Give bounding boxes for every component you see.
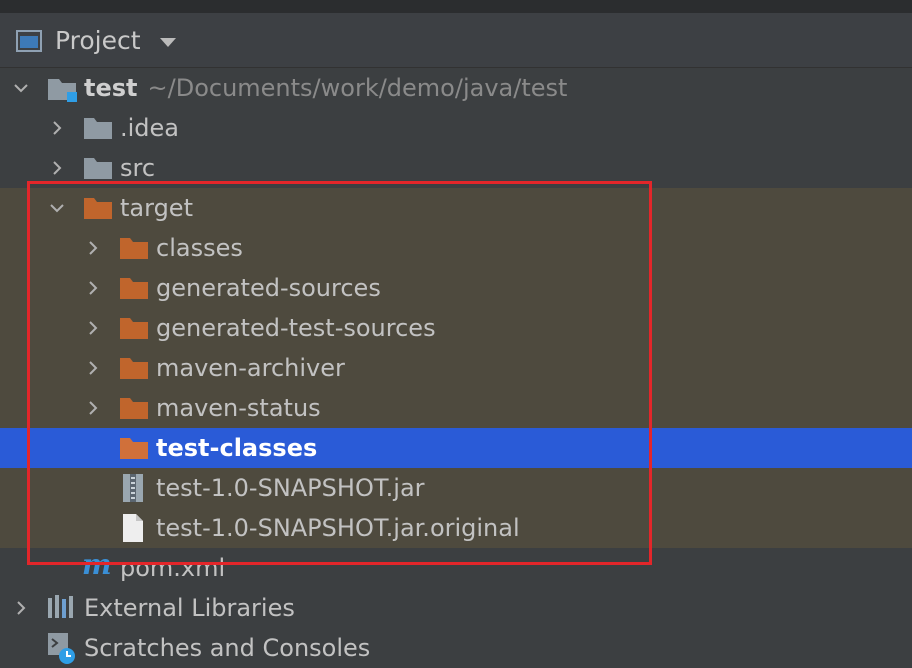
tree-item-label: test-1.0-SNAPSHOT.jar <box>156 474 425 502</box>
caret-down-icon[interactable] <box>158 36 178 48</box>
chevron-right-icon[interactable] <box>84 359 102 377</box>
module-folder-icon <box>48 79 77 102</box>
tree-item-classes[interactable]: classes <box>0 228 912 268</box>
scratches-icon <box>48 633 75 664</box>
tree-item-root[interactable]: test ~/Documents/work/demo/java/test <box>0 68 912 108</box>
chevron-right-icon[interactable] <box>84 319 102 337</box>
tree-item-jar-original[interactable]: test-1.0-SNAPSHOT.jar.original <box>0 508 912 548</box>
tree-item-pom[interactable]: m pom.xml <box>0 548 912 588</box>
maven-icon: m <box>82 548 112 581</box>
tree-item-label: generated-sources <box>156 274 381 302</box>
folder-icon <box>84 118 112 139</box>
tree-item-jar[interactable]: test-1.0-SNAPSHOT.jar <box>0 468 912 508</box>
tree-item-maven-status[interactable]: maven-status <box>0 388 912 428</box>
tree-item-maven-archiver[interactable]: maven-archiver <box>0 348 912 388</box>
tree-item-label: test-1.0-SNAPSHOT.jar.original <box>156 514 520 542</box>
tree-item-label: External Libraries <box>84 594 295 622</box>
excluded-folder-icon <box>120 398 148 419</box>
chevron-down-icon[interactable] <box>48 199 66 217</box>
tree-item-label: Scratches and Consoles <box>84 634 371 662</box>
chevron-right-icon[interactable] <box>12 599 30 617</box>
project-view-title[interactable]: Project <box>55 25 141 57</box>
tree-item-label: test-classes <box>156 434 318 462</box>
chevron-down-icon[interactable] <box>12 79 30 97</box>
tree-item-label: target <box>120 194 193 222</box>
folder-icon <box>84 158 112 179</box>
chevron-right-icon[interactable] <box>48 119 66 137</box>
window-top-strip <box>0 0 912 13</box>
chevron-right-icon[interactable] <box>84 279 102 297</box>
archive-file-icon <box>123 474 143 502</box>
tree-item-scratches[interactable]: Scratches and Consoles <box>0 628 912 668</box>
tree-item-external-libraries[interactable]: External Libraries <box>0 588 912 628</box>
tree-item-test-classes[interactable]: test-classes <box>0 428 912 468</box>
libraries-icon <box>48 595 73 618</box>
tree-item-idea[interactable]: .idea <box>0 108 912 148</box>
tree-item-label: maven-status <box>156 394 321 422</box>
tree-item-generated-sources[interactable]: generated-sources <box>0 268 912 308</box>
tree-item-label: test ~/Documents/work/demo/java/test <box>84 71 567 105</box>
chevron-right-icon[interactable] <box>84 239 102 257</box>
chevron-right-icon[interactable] <box>84 399 102 417</box>
tree-item-label: generated-test-sources <box>156 314 436 342</box>
window-icon <box>16 30 42 52</box>
tree-item-src[interactable]: src <box>0 148 912 188</box>
excluded-folder-icon <box>120 318 148 339</box>
excluded-folder-icon <box>120 358 148 379</box>
tree-item-label: src <box>120 154 156 182</box>
tree-item-label: pom.xml <box>120 554 226 582</box>
project-tree: test ~/Documents/work/demo/java/test .ide… <box>0 68 912 668</box>
root-path: ~/Documents/work/demo/java/test <box>147 74 568 102</box>
tree-item-target[interactable]: target <box>0 188 912 228</box>
project-tool-window-header: Project <box>0 13 912 68</box>
tree-item-generated-test-sources[interactable]: generated-test-sources <box>0 308 912 348</box>
excluded-folder-icon <box>120 278 148 299</box>
excluded-folder-icon <box>120 238 148 259</box>
text-file-icon <box>123 514 143 542</box>
excluded-folder-icon <box>84 198 112 219</box>
excluded-folder-icon <box>120 438 148 459</box>
chevron-right-icon[interactable] <box>48 159 66 177</box>
tree-item-label: .idea <box>120 114 180 142</box>
tree-item-label: classes <box>156 234 243 262</box>
tree-item-label: maven-archiver <box>156 354 345 382</box>
root-name: test <box>84 74 138 102</box>
